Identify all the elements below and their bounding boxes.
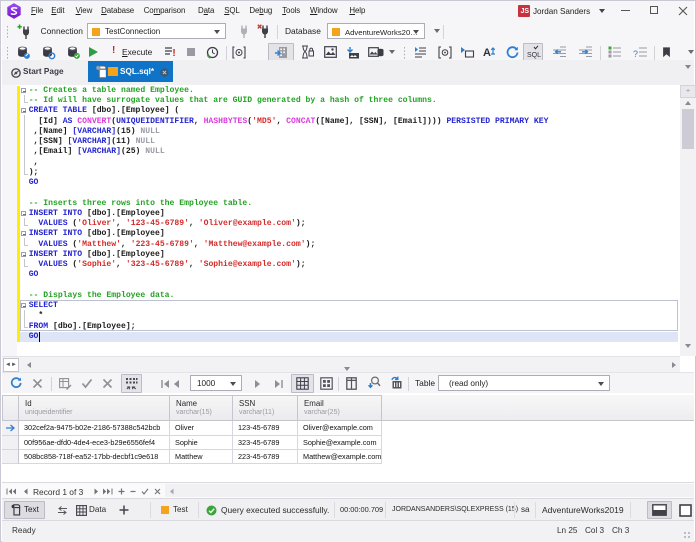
- svg-text:?: ?: [633, 49, 638, 59]
- svg-text:A: A: [483, 47, 491, 59]
- svg-text:!: !: [172, 48, 175, 59]
- svg-text:SQL: SQL: [527, 52, 541, 59]
